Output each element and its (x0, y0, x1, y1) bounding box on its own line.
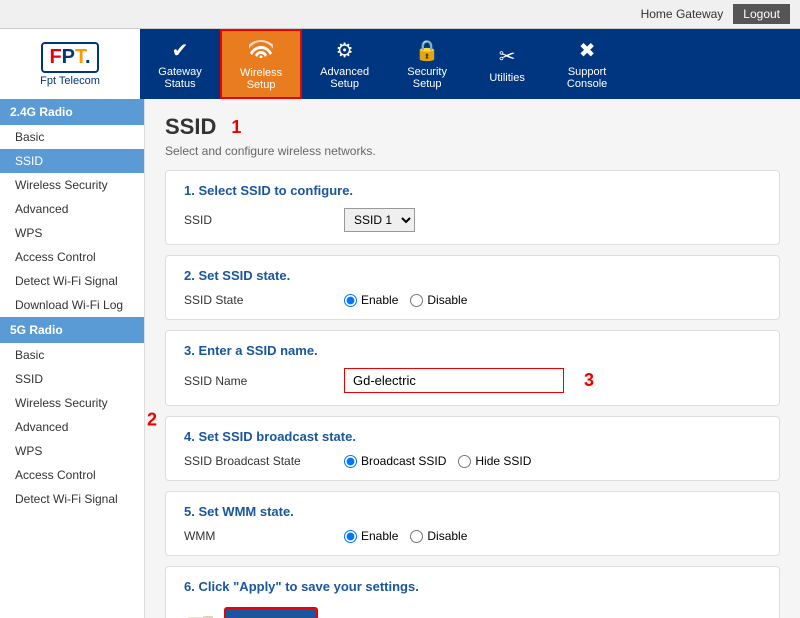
ssid-field-value: SSID 1 SSID 2 SSID 3 SSID 4 (344, 208, 415, 232)
ssid-select[interactable]: SSID 1 SSID 2 SSID 3 SSID 4 (344, 208, 415, 232)
gateway-status-icon: ✔ (172, 38, 189, 63)
sidebar-item-5g-basic[interactable]: Basic (0, 343, 144, 367)
field-row-wmm: WMM Enable Disable (184, 529, 761, 543)
sidebar-item-2g-basic[interactable]: Basic (0, 125, 144, 149)
top-bar: Home Gateway Logout (0, 0, 800, 29)
logo: FPT. (41, 42, 98, 73)
section-title-3: 3. Enter a SSID name. (184, 343, 761, 358)
sidebar-item-5g-ssid[interactable]: SSID (0, 367, 144, 391)
nav-security-setup-label: SecuritySetup (407, 66, 447, 90)
logo-p: P (62, 46, 75, 68)
nav-support-console[interactable]: ✖ SupportConsole (547, 29, 627, 99)
advanced-setup-icon: ⚙ (336, 38, 354, 63)
nav-gateway-status[interactable]: ✔ GatewayStatus (140, 29, 220, 99)
hand-icon: ☞ (184, 604, 216, 618)
sidebar-item-2g-wps[interactable]: WPS (0, 221, 144, 245)
ssid-state-disable-radio[interactable] (410, 294, 423, 307)
sidebar-item-2g-download-log[interactable]: Download Wi-Fi Log (0, 293, 144, 317)
field-row-ssid-state: SSID State Enable Disable (184, 293, 761, 307)
nav-advanced-setup[interactable]: ⚙ AdvancedSetup (302, 29, 387, 99)
ssid-state-enable-label[interactable]: Enable (344, 293, 398, 307)
section-ssid-state: 2. Set SSID state. SSID State Enable Dis… (165, 255, 780, 320)
sidebar-group-header-2g: 2.4G Radio (0, 99, 144, 125)
ssid-state-label: SSID State (184, 293, 344, 307)
page-subtitle: Select and configure wireless networks. (165, 144, 780, 158)
section-ssid-name: 3. Enter a SSID name. SSID Name 3 (165, 330, 780, 406)
hide-ssid-label[interactable]: Hide SSID (458, 454, 531, 468)
nav-security-setup[interactable]: 🔒 SecuritySetup (387, 29, 467, 99)
logo-t: T (75, 46, 85, 68)
content-area: SSID 1 Select and configure wireless net… (145, 99, 800, 618)
field-row-ssid-name: SSID Name 3 (184, 368, 761, 393)
ssid-state-value: Enable Disable (344, 293, 467, 307)
ssid-field-label: SSID (184, 213, 344, 227)
field-row-ssid-broadcast: SSID Broadcast State Broadcast SSID Hide… (184, 454, 761, 468)
nav-wireless-setup-label: WirelessSetup (240, 67, 282, 91)
ssid-name-value: 3 (344, 368, 594, 393)
ssid-state-enable-radio[interactable] (344, 294, 357, 307)
annotation-4: 4 (328, 615, 338, 618)
wmm-value: Enable Disable (344, 529, 467, 543)
sidebar-item-2g-ssid[interactable]: SSID (0, 149, 144, 173)
ssid-name-input[interactable] (344, 368, 564, 393)
section-wmm-state: 5. Set WMM state. WMM Enable Disable (165, 491, 780, 556)
nav-utilities[interactable]: ✂ Utilities (467, 29, 547, 99)
main-layout: 2.4G Radio Basic SSID Wireless Security … (0, 99, 800, 618)
nav-wireless-setup[interactable]: WirelessSetup (220, 29, 302, 99)
logo-area: FPT. Fpt Telecom (0, 29, 140, 99)
wmm-label: WMM (184, 529, 344, 543)
sidebar-item-2g-advanced[interactable]: Advanced (0, 197, 144, 221)
sidebar: 2.4G Radio Basic SSID Wireless Security … (0, 99, 145, 618)
section-title-6: 6. Click "Apply" to save your settings. (184, 579, 761, 594)
security-setup-icon: 🔒 (415, 38, 440, 63)
annotation-2: 2 (147, 409, 157, 430)
annotation-1: 1 (231, 117, 241, 138)
broadcast-ssid-label[interactable]: Broadcast SSID (344, 454, 446, 468)
support-console-icon: ✖ (579, 38, 596, 63)
field-row-ssid: SSID SSID 1 SSID 2 SSID 3 SSID 4 (184, 208, 761, 232)
section-select-ssid: 1. Select SSID to configure. SSID SSID 1… (165, 170, 780, 245)
nav-support-console-label: SupportConsole (567, 66, 607, 90)
section-title-5: 5. Set WMM state. (184, 504, 761, 519)
sidebar-item-5g-wireless-security[interactable]: Wireless Security (0, 391, 144, 415)
annotation-3: 3 (584, 370, 594, 391)
ssid-state-disable-label[interactable]: Disable (410, 293, 467, 307)
broadcast-ssid-radio[interactable] (344, 455, 357, 468)
nav-items: ✔ GatewayStatus WirelessSetup ⚙ Advanced… (140, 29, 800, 99)
page-title: SSID (165, 114, 216, 140)
sidebar-item-5g-wps[interactable]: WPS (0, 439, 144, 463)
logo-subtitle: Fpt Telecom (40, 75, 100, 87)
home-gateway-label: Home Gateway (641, 7, 724, 21)
hide-ssid-radio[interactable] (458, 455, 471, 468)
wmm-enable-radio[interactable] (344, 530, 357, 543)
sidebar-item-2g-access-control[interactable]: Access Control (0, 245, 144, 269)
section-apply: 6. Click "Apply" to save your settings. … (165, 566, 780, 618)
sidebar-item-2g-wireless-security[interactable]: Wireless Security (0, 173, 144, 197)
utilities-icon: ✂ (499, 44, 516, 69)
section-title-1: 1. Select SSID to configure. (184, 183, 761, 198)
sidebar-item-5g-advanced[interactable]: Advanced (0, 415, 144, 439)
section-ssid-broadcast: 4. Set SSID broadcast state. SSID Broadc… (165, 416, 780, 481)
sidebar-item-5g-detect-wifi[interactable]: Detect Wi-Fi Signal (0, 487, 144, 511)
ssid-broadcast-value: Broadcast SSID Hide SSID (344, 454, 531, 468)
wireless-setup-icon (249, 38, 273, 64)
nav-utilities-label: Utilities (489, 72, 524, 84)
section-title-2: 2. Set SSID state. (184, 268, 761, 283)
logo-f: F (49, 46, 61, 68)
header: FPT. Fpt Telecom ✔ GatewayStatus Wireles… (0, 29, 800, 99)
wmm-disable-label[interactable]: Disable (410, 529, 467, 543)
sidebar-group-header-5g: 5G Radio (0, 317, 144, 343)
logout-button[interactable]: Logout (733, 4, 790, 24)
nav-advanced-setup-label: AdvancedSetup (320, 66, 369, 90)
apply-section: ☞ Apply 4 (184, 604, 761, 618)
apply-button[interactable]: Apply (224, 607, 318, 618)
wmm-enable-label[interactable]: Enable (344, 529, 398, 543)
sidebar-item-5g-access-control[interactable]: Access Control (0, 463, 144, 487)
ssid-name-label: SSID Name (184, 374, 344, 388)
ssid-broadcast-label: SSID Broadcast State (184, 454, 344, 468)
wmm-disable-radio[interactable] (410, 530, 423, 543)
nav-gateway-status-label: GatewayStatus (158, 66, 201, 90)
section-title-4: 4. Set SSID broadcast state. (184, 429, 761, 444)
sidebar-item-2g-detect-wifi[interactable]: Detect Wi-Fi Signal (0, 269, 144, 293)
